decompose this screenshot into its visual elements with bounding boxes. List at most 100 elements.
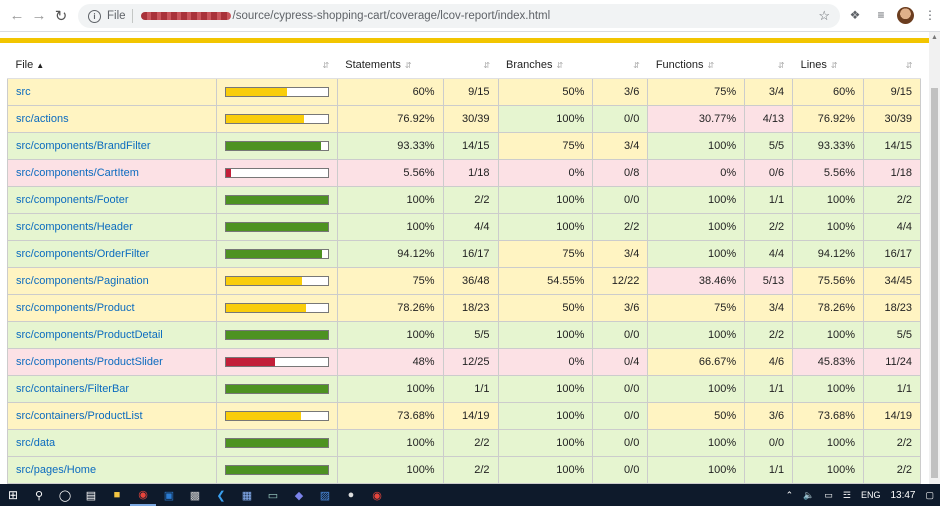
header-statements[interactable]: Statements ⇵ — [337, 52, 444, 79]
functions-fraction-cell: 1/1 — [744, 455, 794, 484]
language-indicator[interactable]: ENG — [861, 490, 881, 500]
file-link[interactable]: src/components/OrderFilter — [16, 248, 149, 260]
profile-avatar[interactable] — [897, 6, 914, 24]
battery-icon[interactable]: ▭ — [824, 490, 833, 501]
sort-icon: ⇵ — [322, 60, 330, 70]
file-link[interactable]: src/components/Product — [16, 302, 135, 314]
header-lines-fraction[interactable]: ⇵ — [863, 52, 921, 79]
file-link[interactable]: src/components/Header — [16, 221, 133, 233]
coverage-bar-fill — [225, 249, 322, 258]
extensions-puzzle-icon[interactable]: ❖ — [845, 5, 865, 25]
network-icon[interactable]: ☲ — [843, 490, 851, 501]
branches-fraction-cell: 0/8 — [592, 158, 649, 187]
lines-pct-cell: 100% — [792, 455, 865, 484]
back-arrow-icon[interactable]: ← — [6, 5, 28, 27]
file-link[interactable]: src/components/ProductDetail — [16, 329, 163, 341]
file-link-cell: src/components/Product — [7, 293, 217, 322]
cypress-icon[interactable]: ● — [338, 484, 364, 506]
file-link[interactable]: src/actions — [16, 113, 69, 125]
chrome-secondary-icon[interactable]: ◉ — [364, 484, 390, 506]
forward-arrow-icon[interactable]: → — [28, 5, 50, 27]
file-link[interactable]: src/components/ProductSlider — [16, 356, 163, 368]
file-link-cell: src — [7, 77, 217, 106]
file-link[interactable]: src/components/CartItem — [16, 167, 139, 179]
url-text[interactable]: /source/cypress-shopping-cart/coverage/l… — [233, 10, 551, 22]
header-functions[interactable]: Functions ⇵ — [647, 52, 745, 79]
browser-toolbar: ← → ↻ i File /source/cypress-shopping-ca… — [0, 0, 940, 32]
search-icon[interactable]: ⚲ — [26, 484, 52, 506]
table-row: src/components/BrandFilter 93.33% 14/15 75%… — [7, 131, 921, 160]
header-functions-label: Functions — [655, 58, 704, 71]
functions-pct-cell: 100% — [647, 239, 746, 268]
functions-fraction-cell: 1/1 — [744, 374, 794, 403]
app-icon[interactable]: ▦ — [234, 484, 260, 506]
lines-fraction-cell: 34/45 — [863, 266, 921, 295]
branches-fraction-cell: 3/6 — [592, 77, 649, 106]
vscode-icon[interactable]: ❮ — [208, 484, 234, 506]
file-explorer-icon[interactable]: ■ — [104, 484, 130, 506]
tray-chevron-icon[interactable]: ⌃ — [786, 490, 794, 501]
branches-pct-cell: 100% — [497, 104, 594, 133]
clock[interactable]: 13:47 — [890, 490, 915, 501]
file-link[interactable]: src/containers/FilterBar — [16, 383, 129, 395]
lines-pct-cell: 100% — [792, 212, 865, 241]
branches-pct-cell: 50% — [497, 293, 594, 322]
windows-start-icon[interactable]: ⊞ — [0, 484, 26, 506]
file-link[interactable]: src/pages/Home — [16, 464, 96, 476]
word-icon[interactable]: ▨ — [312, 484, 338, 506]
file-link[interactable]: src/components/BrandFilter — [16, 140, 151, 152]
file-link[interactable]: src/components/Pagination — [16, 275, 149, 287]
omnibox-separator — [131, 9, 133, 23]
statements-pct-cell: 100% — [336, 185, 444, 214]
notification-icon[interactable]: ▢ — [925, 490, 934, 501]
statements-fraction-cell: 18/23 — [442, 293, 499, 322]
header-branches-fraction[interactable]: ⇵ — [592, 52, 648, 79]
table-row: src/components/ProductDetail 100% 5/5 100% 0… — [7, 320, 921, 349]
header-branches-label: Branches — [506, 58, 553, 71]
coverage-bar-fill — [225, 384, 328, 393]
coverage-bar-cell — [215, 320, 338, 349]
notes-icon[interactable]: ▭ — [260, 484, 286, 506]
functions-fraction-cell: 4/4 — [744, 239, 794, 268]
statements-pct-cell: 100% — [336, 455, 444, 484]
volume-icon[interactable]: 🔈 — [803, 490, 814, 501]
header-lines[interactable]: Lines ⇵ — [792, 52, 864, 79]
teams-icon[interactable]: ◆ — [286, 484, 312, 506]
page-scrollbar[interactable]: ▲ — [929, 32, 940, 484]
file-link[interactable]: src/data — [16, 437, 55, 449]
scroll-thumb[interactable] — [931, 88, 938, 478]
coverage-bar-fill — [225, 114, 305, 123]
reading-list-icon[interactable]: ≡ — [871, 5, 891, 25]
info-icon[interactable]: i — [88, 9, 101, 23]
lines-pct-cell: 100% — [792, 320, 865, 349]
lines-pct-cell: 100% — [792, 428, 865, 457]
header-statements-fraction[interactable]: ⇵ — [443, 52, 499, 79]
header-branches[interactable]: Branches ⇵ — [498, 52, 593, 79]
scroll-up-icon[interactable]: ▲ — [931, 34, 938, 41]
sort-icon: ⇵ — [905, 60, 913, 70]
outlook-icon[interactable]: ▣ — [156, 484, 182, 506]
sort-asc-icon: ▲ — [36, 60, 45, 70]
chrome-icon[interactable]: ◉ — [130, 484, 156, 506]
header-bar[interactable]: ⇵ — [216, 52, 338, 79]
coverage-bar-fill — [225, 438, 328, 447]
reload-icon[interactable]: ↻ — [50, 5, 72, 27]
statements-pct-cell: 60% — [336, 77, 444, 106]
functions-fraction-cell: 5/5 — [744, 131, 794, 160]
address-bar[interactable]: i File /source/cypress-shopping-cart/cov… — [78, 4, 840, 28]
terminal-icon[interactable]: ▩ — [182, 484, 208, 506]
bookmark-star-icon[interactable]: ☆ — [818, 8, 830, 24]
cortana-icon[interactable]: ◯ — [52, 484, 78, 506]
file-link[interactable]: src/components/Footer — [16, 194, 129, 206]
header-file[interactable]: File ▲ — [7, 52, 217, 79]
more-menu-icon[interactable]: ⋮ — [920, 5, 940, 25]
table-row: src 60% 9/15 50% 3/6 75% 3/4 60% 9/15 — [7, 77, 921, 106]
file-link[interactable]: src — [16, 86, 31, 98]
functions-fraction-cell: 2/2 — [744, 320, 794, 349]
functions-fraction-cell: 4/13 — [744, 104, 794, 133]
file-link[interactable]: src/containers/ProductList — [16, 410, 143, 422]
table-row: src/components/Product 78.26% 18/23 50% 3/6 7… — [7, 293, 921, 322]
branches-pct-cell: 100% — [497, 320, 594, 349]
task-view-icon[interactable]: ▤ — [78, 484, 104, 506]
header-functions-fraction[interactable]: ⇵ — [744, 52, 793, 79]
